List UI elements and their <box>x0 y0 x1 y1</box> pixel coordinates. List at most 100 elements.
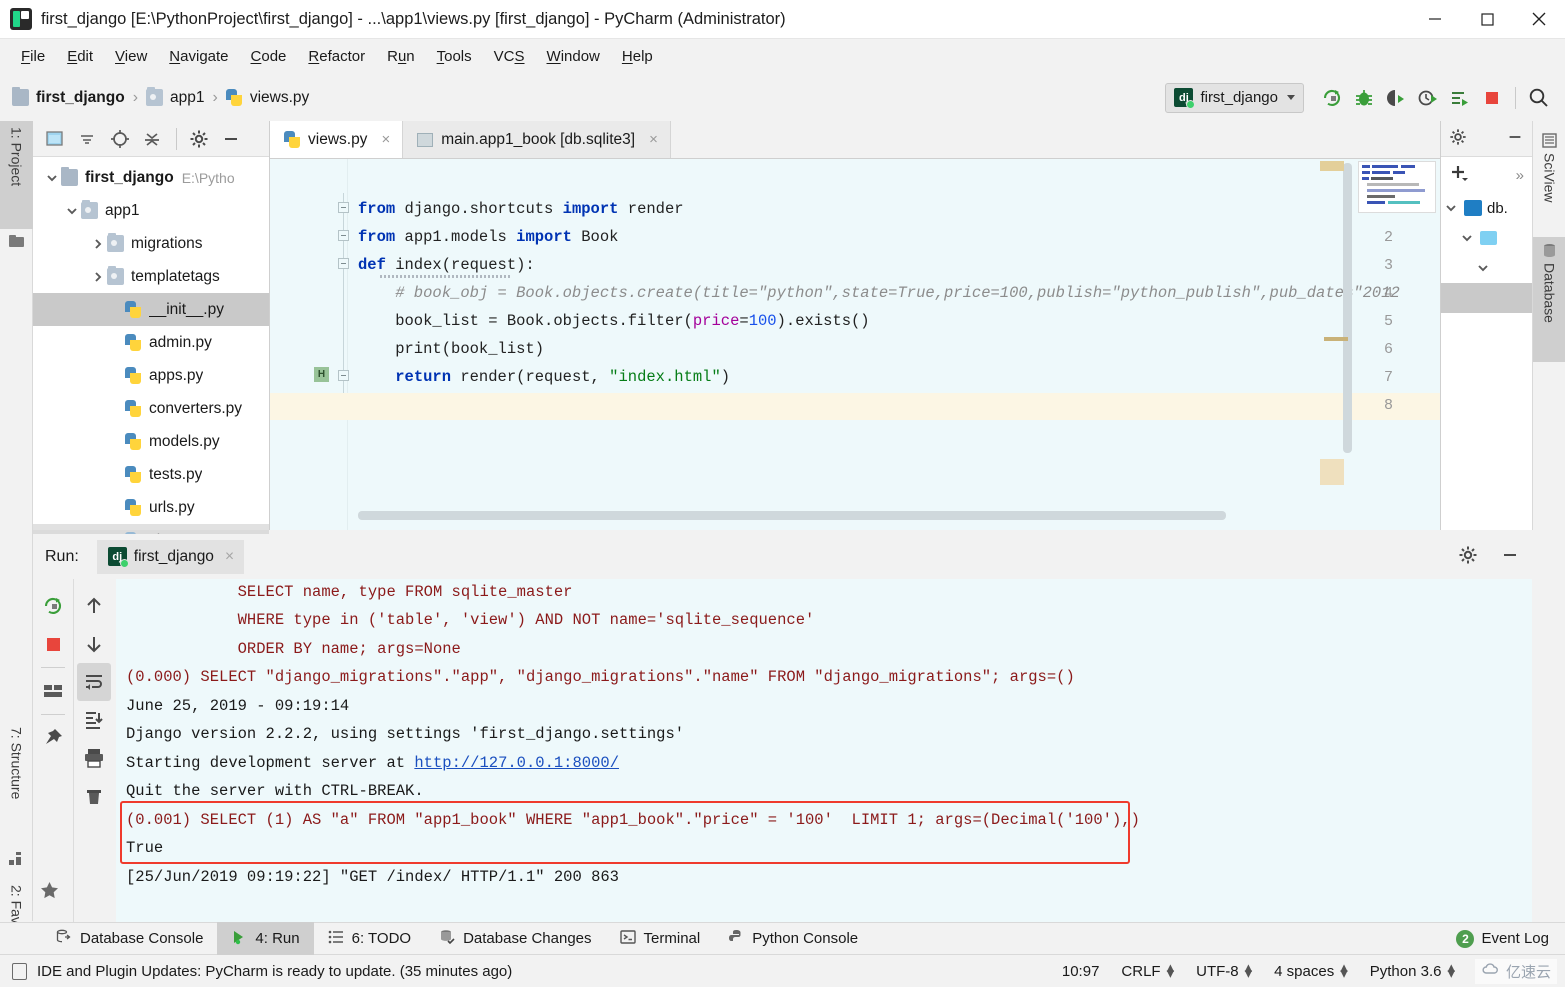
tree-item-init[interactable]: __init__.py <box>33 293 269 326</box>
clear-all-icon[interactable] <box>74 777 114 815</box>
run-tab-first_django[interactable]: dj first_django × <box>96 539 244 574</box>
marker-stripe-warning[interactable] <box>1320 161 1344 171</box>
hide-icon[interactable] <box>216 126 246 152</box>
breadcrumb-item-app1[interactable]: app1 <box>146 87 205 107</box>
interpreter-selector[interactable]: Python 3.6 ▴ ▾ <box>1370 960 1455 981</box>
scroll-to-end-icon[interactable] <box>74 701 114 739</box>
tree-item-app1[interactable]: app1 <box>33 194 269 227</box>
menu-vcs[interactable]: VCS <box>483 45 536 68</box>
collapse-all-icon[interactable] <box>137 126 167 152</box>
chevron-down-icon[interactable] <box>43 169 61 187</box>
chevron-down-icon[interactable] <box>1445 201 1459 215</box>
db-tree-item-file[interactable]: db. <box>1441 193 1532 223</box>
sidebar-item-sciview[interactable]: SciView <box>1533 127 1565 237</box>
breadcrumb-item-project[interactable]: first_django <box>12 87 125 107</box>
tree-item-urls[interactable]: urls.py <box>33 491 269 524</box>
line-separator-selector[interactable]: CRLF ▴ ▾ <box>1121 960 1174 981</box>
plus-icon[interactable] <box>1449 163 1469 187</box>
server-url-link[interactable]: http://127.0.0.1:8000/ <box>414 754 619 772</box>
menu-window[interactable]: Window <box>536 45 611 68</box>
sidebar-item-database[interactable]: Database <box>1533 237 1565 362</box>
close-icon[interactable]: × <box>225 548 234 566</box>
profile-icon[interactable] <box>1415 85 1441 111</box>
maximize-icon[interactable] <box>1461 0 1513 39</box>
stop-icon[interactable] <box>33 625 73 663</box>
chevron-right-icon[interactable] <box>89 268 107 286</box>
menu-view[interactable]: View <box>104 45 158 68</box>
chevron-down-icon[interactable] <box>1477 261 1491 275</box>
fold-marker[interactable] <box>338 202 349 213</box>
chevron-right-icon[interactable] <box>89 235 107 253</box>
hide-icon[interactable] <box>1500 545 1520 569</box>
editor-vertical-scrollbar[interactable] <box>1343 163 1352 453</box>
select-opened-file-icon[interactable] <box>41 126 71 152</box>
menu-edit[interactable]: Edit <box>56 45 104 68</box>
pin-tab-icon[interactable] <box>33 719 73 757</box>
indent-selector[interactable]: 4 spaces ▴ ▾ <box>1274 960 1348 981</box>
run-console-output[interactable]: SELECT name, type FROM sqlite_master WHE… <box>116 579 1532 922</box>
down-icon[interactable] <box>74 625 114 663</box>
search-icon[interactable] <box>1526 85 1552 111</box>
sidebar-item-structure[interactable]: 7: Structure <box>0 721 33 849</box>
bookmark-icon[interactable]: H <box>314 367 329 382</box>
tree-item-migrations[interactable]: migrations <box>33 227 269 260</box>
coverage-icon[interactable] <box>1383 85 1409 111</box>
expand-all-icon[interactable] <box>73 126 103 152</box>
up-icon[interactable] <box>74 587 114 625</box>
hide-icon[interactable] <box>1506 128 1524 150</box>
tree-item-models[interactable]: models.py <box>33 425 269 458</box>
code-editor[interactable]: 1 2 3 4 5 6 7 8 H from django.shortcuts … <box>270 159 1440 530</box>
db-tree-item-selected[interactable] <box>1441 283 1532 313</box>
db-tree-item-schema[interactable] <box>1441 223 1532 253</box>
bottom-tab-python-console[interactable]: Python Console <box>714 922 872 955</box>
caret-position[interactable]: 10:97 <box>1062 963 1100 980</box>
rerun-icon[interactable] <box>33 587 73 625</box>
bottom-tab-terminal[interactable]: Terminal <box>606 922 715 955</box>
soft-wrap-icon[interactable] <box>77 663 111 701</box>
menu-refactor[interactable]: Refactor <box>297 45 376 68</box>
stop-icon[interactable] <box>1479 85 1505 111</box>
bottom-tab-run[interactable]: 4: Run <box>217 922 314 955</box>
tree-item-templatetags[interactable]: templatetags <box>33 260 269 293</box>
gear-icon[interactable] <box>1458 545 1478 569</box>
close-icon[interactable]: × <box>649 131 658 148</box>
editor-gutter[interactable] <box>270 159 348 530</box>
chevron-down-icon[interactable] <box>1461 231 1475 245</box>
chevron-right-double-icon[interactable]: » <box>1516 167 1524 184</box>
locate-icon[interactable] <box>105 126 135 152</box>
close-icon[interactable] <box>1513 0 1565 39</box>
bottom-tab-database-changes[interactable]: Database Changes <box>425 922 605 955</box>
restore-layout-icon[interactable] <box>33 672 73 710</box>
tree-item-first_django[interactable]: first_django E:\Pytho <box>33 161 269 194</box>
bottom-tab-todo[interactable]: 6: TODO <box>314 922 425 955</box>
rerun-icon[interactable] <box>1319 85 1345 111</box>
run-configuration-selector[interactable]: dj first_django <box>1165 82 1304 113</box>
menu-code[interactable]: Code <box>240 45 298 68</box>
editor-horizontal-scrollbar[interactable] <box>358 511 1226 520</box>
code-minimap[interactable] <box>1358 161 1436 213</box>
debug-icon[interactable] <box>1351 85 1377 111</box>
chevron-down-icon[interactable] <box>1287 95 1295 100</box>
status-message-area[interactable]: IDE and Plugin Updates: PyCharm is ready… <box>12 962 512 980</box>
breadcrumb-item-views[interactable]: views.py <box>225 89 309 107</box>
minimize-icon[interactable] <box>1409 0 1461 39</box>
db-tree-item-tables[interactable] <box>1441 253 1532 283</box>
tree-item-converters[interactable]: converters.py <box>33 392 269 425</box>
event-log-area[interactable]: 2 Event Log <box>1456 929 1565 948</box>
encoding-selector[interactable]: UTF-8 ▴ ▾ <box>1196 960 1252 981</box>
tree-item-admin[interactable]: admin.py <box>33 326 269 359</box>
menu-run[interactable]: Run <box>376 45 426 68</box>
run-with-console-icon[interactable] <box>1447 85 1473 111</box>
tree-item-tests[interactable]: tests.py <box>33 458 269 491</box>
tree-item-apps[interactable]: apps.py <box>33 359 269 392</box>
fold-marker[interactable] <box>338 370 349 381</box>
menu-help[interactable]: Help <box>611 45 664 68</box>
menu-file[interactable]: File <box>10 45 56 68</box>
menu-navigate[interactable]: Navigate <box>158 45 239 68</box>
tab-main-app1-book[interactable]: main.app1_book [db.sqlite3] × <box>403 121 671 158</box>
gear-icon[interactable] <box>1449 128 1467 150</box>
sidebar-item-project[interactable]: 1: Project <box>0 121 33 229</box>
menu-tools[interactable]: Tools <box>426 45 483 68</box>
fold-marker[interactable] <box>338 230 349 241</box>
bottom-tab-database-console[interactable]: Database Console <box>42 922 217 955</box>
